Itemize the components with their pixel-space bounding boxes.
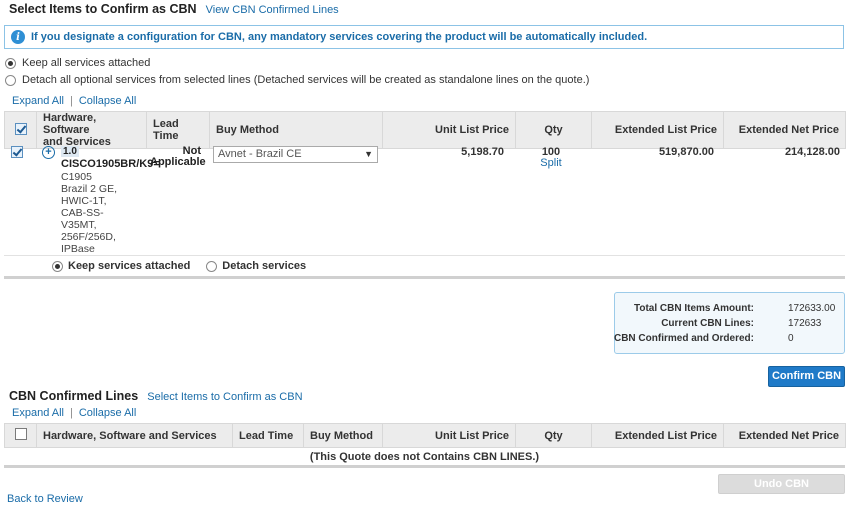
col-extended-list-price: Extended List Price [591, 111, 724, 149]
section-divider-2 [4, 465, 845, 468]
section1-header: Select Items to Confirm as CBN View CBN … [9, 2, 339, 16]
col-hardware-2: Hardware, Software and Services [36, 423, 233, 448]
cbn-items-table: Hardware, Software and Services Lead Time… [4, 111, 846, 149]
cbn-confirmed-table: Hardware, Software and Services Lead Tim… [4, 423, 846, 448]
keep-services-radio[interactable] [52, 260, 63, 272]
lead-time: Not Applicable [150, 145, 206, 168]
service-options-row: Keep services attached Detach services [52, 260, 306, 272]
col-buy-method: Buy Method [209, 111, 383, 149]
cbn-summary: Total CBN Items Amount: 172633.00 Curren… [614, 292, 845, 354]
section2-header: CBN Confirmed Lines Select Items to Conf… [9, 389, 303, 403]
col-extended-net-price-2: Extended Net Price [723, 423, 846, 448]
col-lead-time: Lead Time [146, 111, 210, 149]
option-keep-all[interactable]: Keep all services attached [5, 57, 150, 69]
buy-method-select[interactable]: Avnet - Brazil CE ▼ [213, 146, 378, 163]
col-lead-time-2: Lead Time [232, 423, 304, 448]
expand-collapse-controls-2: Expand All | Collapse All [12, 407, 137, 419]
col-extended-list-price-2: Extended List Price [591, 423, 724, 448]
table-header-row: Hardware, Software and Services Lead Time… [4, 111, 846, 149]
confirm-cbn-button[interactable]: Confirm CBN [768, 366, 845, 387]
section1-title: Select Items to Confirm as CBN [9, 2, 197, 16]
col-unit-list-price-2: Unit List Price [382, 423, 516, 448]
back-to-review-link[interactable]: Back to Review [7, 493, 83, 505]
select-all-checkbox[interactable] [14, 122, 27, 135]
current-cbn-value: 172633 [788, 318, 822, 329]
row-divider [4, 255, 845, 256]
section-divider [4, 276, 845, 279]
total-cbn-value: 172633.00 [788, 303, 836, 314]
buy-method-value: Avnet - Brazil CE [218, 148, 302, 160]
extended-list-price: 519,870.00 [658, 146, 714, 158]
col-qty-2: Qty [515, 423, 592, 448]
col-unit-list-price: Unit List Price [382, 111, 516, 149]
info-icon: i [11, 30, 25, 44]
total-cbn-label: Total CBN Items Amount: [634, 303, 754, 314]
option-detach-all[interactable]: Detach all optional services from select… [5, 74, 589, 86]
empty-message: (This Quote does not Contains CBN LINES.… [309, 451, 540, 463]
undo-cbn-confirmation-button[interactable]: Undo CBN Confirmation [718, 474, 845, 508]
dropdown-arrow-icon: ▼ [364, 149, 373, 159]
expand-all-link-2[interactable]: Expand All [12, 407, 64, 419]
select-all-cell [4, 111, 37, 149]
confirmed-ordered-value: 0 [788, 333, 794, 344]
keep-all-radio[interactable] [5, 57, 16, 69]
collapse-all-link-2[interactable]: Collapse All [79, 407, 136, 419]
col-extended-net-price: Extended Net Price [723, 111, 846, 149]
view-cbn-confirmed-lines-link[interactable]: View CBN Confirmed Lines [206, 4, 339, 16]
product-name: CISCO1905BR/K9= [61, 158, 160, 170]
table-header-row: Hardware, Software and Services Lead Tim… [4, 423, 846, 448]
extended-net-price: 214,128.00 [784, 146, 840, 158]
split-link[interactable]: Split [513, 157, 589, 169]
keep-all-label: Keep all services attached [22, 57, 151, 69]
line-version: 1.0 [61, 146, 79, 157]
expand-all-link[interactable]: Expand All [12, 95, 64, 107]
line-select-checkbox[interactable] [11, 146, 23, 158]
info-banner: i If you designate a configuration for C… [4, 25, 844, 49]
detach-all-label: Detach all optional services from select… [22, 74, 590, 86]
select-all-cell-2 [4, 423, 37, 448]
expand-collapse-controls: Expand All | Collapse All [12, 95, 137, 107]
select-items-link[interactable]: Select Items to Confirm as CBN [147, 391, 302, 403]
confirmed-ordered-label: CBN Confirmed and Ordered: [613, 333, 754, 344]
info-text: If you designate a configuration for CBN… [31, 31, 648, 43]
keep-services-label: Keep services attached [68, 260, 191, 272]
product-description: C1905 Brazil 2 GE, HWIC-1T, CAB-SS- V35M… [61, 171, 118, 255]
expand-plus-icon[interactable]: + [42, 146, 55, 159]
col-qty: Qty [515, 111, 592, 149]
collapse-all-link[interactable]: Collapse All [79, 95, 136, 107]
detach-all-radio[interactable] [5, 74, 16, 86]
current-cbn-label: Current CBN Lines: [661, 318, 754, 329]
unit-list-price: 5,198.70 [461, 146, 504, 158]
section2-title: CBN Confirmed Lines [9, 389, 139, 403]
col-hardware: Hardware, Software and Services [36, 111, 147, 149]
col-buy-method-2: Buy Method [303, 423, 383, 448]
detach-services-radio[interactable] [206, 260, 218, 272]
select-all-checkbox-2[interactable] [14, 428, 27, 440]
detach-services-label: Detach services [222, 260, 307, 272]
